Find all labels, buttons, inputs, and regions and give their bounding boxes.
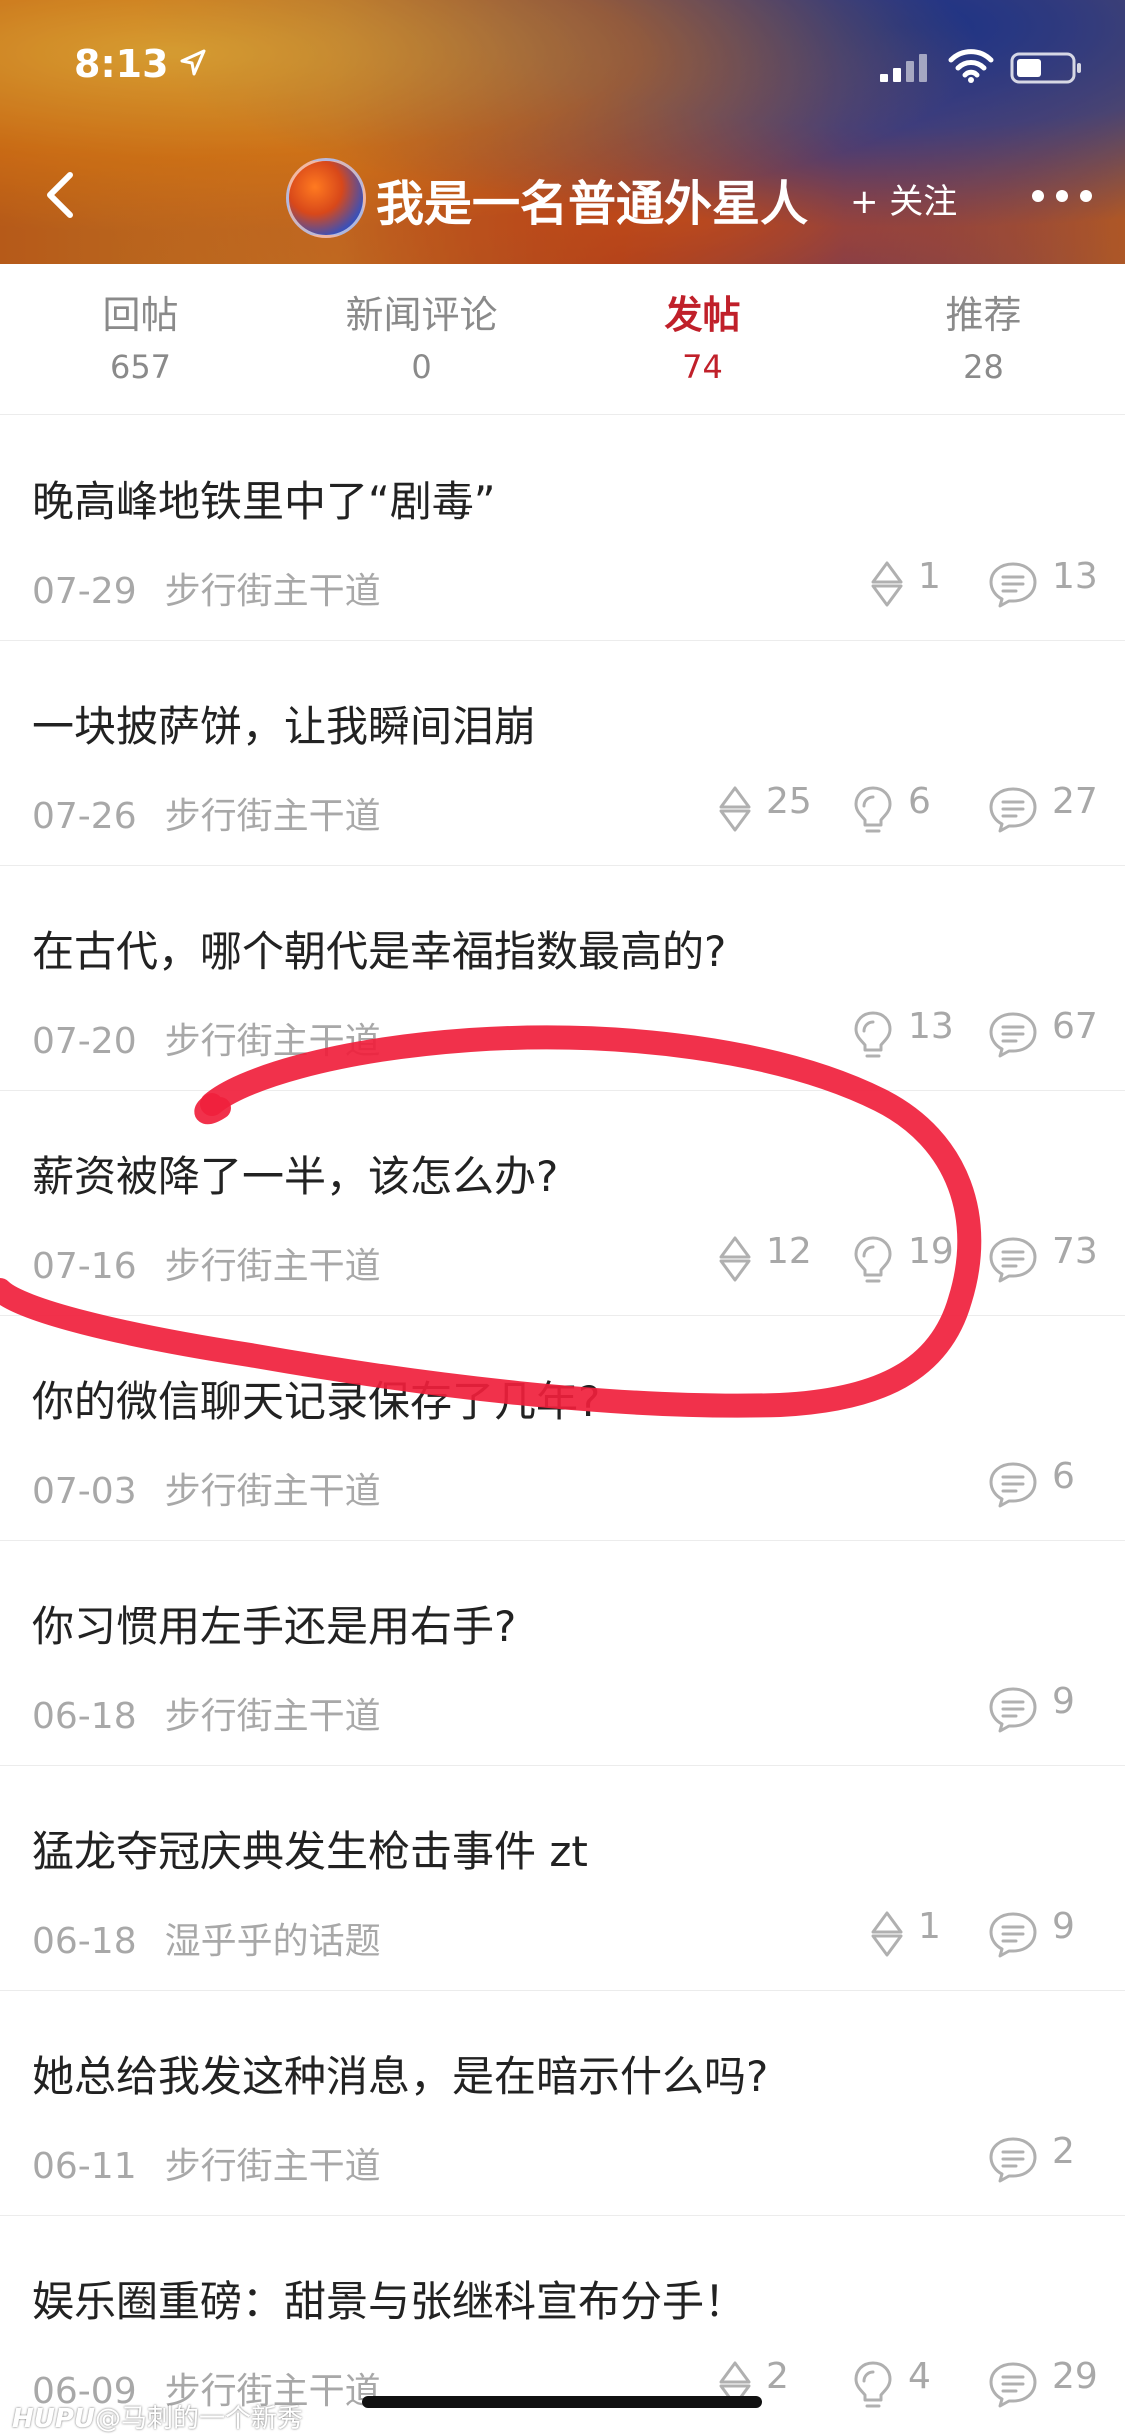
reply-stat-count: 9: [1052, 1906, 1075, 1947]
profile-user-name: 我是一名普通外星人: [376, 176, 809, 232]
post-meta: 07-20 步行街主干道: [32, 1012, 381, 1064]
post-date: 06-11: [32, 2146, 137, 2187]
reply-stat-count: 29: [1052, 2356, 1098, 2397]
reply-stat-count: 6: [1052, 1456, 1075, 1497]
post-forum[interactable]: 步行街主干道: [165, 2146, 381, 2187]
post-row[interactable]: 你习惯用左手还是用右手? 06-18 步行街主干道 9: [0, 1541, 1125, 1767]
back-chevron-icon[interactable]: [40, 170, 80, 220]
post-forum[interactable]: 步行街主干道: [165, 1021, 381, 1062]
post-forum[interactable]: 步行街主干道: [165, 1471, 381, 1512]
tab-label: 推荐: [945, 293, 1022, 337]
reply-stat-count: 73: [1052, 1231, 1098, 1272]
app-root: { "status_bar": { "time": "8:13" }, "hea…: [0, 0, 1125, 2436]
post-row[interactable]: 在古代，哪个朝代是幸福指数最高的? 07-20 步行街主干道 13 67: [0, 866, 1125, 1092]
post-row[interactable]: 她总给我发这种消息，是在暗示什么吗? 06-11 步行街主干道 2: [0, 1991, 1125, 2217]
post-row[interactable]: 薪资被降了一半，该怎么办? 07-16 步行街主干道 12 19 73: [0, 1091, 1125, 1317]
post-meta: 06-18 湿乎乎的话题: [32, 1912, 381, 1964]
home-indicator: [362, 2396, 762, 2408]
vote-stat-count: 12: [766, 1231, 812, 1272]
post-title: 在古代，哪个朝代是幸福指数最高的?: [32, 927, 727, 976]
vote-stat-count: 2: [766, 2356, 789, 2397]
post-date: 07-16: [32, 1246, 137, 1287]
light-stat-count: 13: [908, 1006, 954, 1047]
tab-label: 新闻评论: [345, 293, 498, 337]
post-date: 06-18: [32, 1921, 137, 1962]
watermark-text: @马刺的一个新秀: [95, 2404, 304, 2434]
post-forum[interactable]: 步行街主干道: [165, 796, 381, 837]
post-date: 07-29: [32, 571, 137, 612]
post-meta: 06-11 步行街主干道: [32, 2137, 381, 2189]
cellular-signal-icon: [880, 54, 927, 82]
post-date: 07-26: [32, 796, 137, 837]
post-title: 薪资被降了一半，该怎么办?: [32, 1152, 559, 1201]
post-meta: 07-29 步行街主干道: [32, 562, 381, 614]
tab-label: 回帖: [102, 293, 179, 337]
tab-recommended[interactable]: 推荐 28: [843, 264, 1124, 414]
light-stat-count: 19: [908, 1231, 954, 1272]
watermark-brand: HUPU: [12, 2404, 96, 2434]
vote-stat-count: 1: [918, 1906, 941, 1947]
post-title: 她总给我发这种消息，是在暗示什么吗?: [32, 2052, 769, 2101]
reply-stat-count: 9: [1052, 1681, 1075, 1722]
post-title: 猛龙夺冠庆典发生枪击事件 zt: [32, 1827, 588, 1876]
post-meta: 07-26 步行街主干道: [32, 787, 381, 839]
tab-count: 74: [682, 348, 723, 386]
post-date: 06-18: [32, 1696, 137, 1737]
post-title: 你的微信聊天记录保存了几年?: [32, 1377, 601, 1426]
watermark: HUPU@马刺的一个新秀: [12, 2398, 303, 2435]
location-arrow-icon: [180, 49, 206, 76]
post-forum[interactable]: 步行街主干道: [165, 1246, 381, 1287]
profile-tabs: 回帖 657 新闻评论 0 发帖 74 推荐 28: [0, 264, 1125, 415]
post-row[interactable]: 一块披萨饼，让我瞬间泪崩 07-26 步行街主干道 25 6 27: [0, 641, 1125, 867]
post-meta: 07-03 步行街主干道: [32, 1462, 381, 1514]
tab-replies[interactable]: 回帖 657: [0, 264, 281, 414]
post-title: 娱乐圈重磅：甜景与张继科宣布分手！: [32, 2277, 747, 2326]
tab-posts[interactable]: 发帖 74: [562, 264, 843, 414]
post-row[interactable]: 你的微信聊天记录保存了几年? 07-03 步行街主干道 6: [0, 1316, 1125, 1542]
reply-stat-count: 27: [1052, 781, 1098, 822]
vote-stat-count: 1: [918, 556, 941, 597]
post-meta: 07-16 步行街主干道: [32, 1237, 381, 1289]
post-row[interactable]: 猛龙夺冠庆典发生枪击事件 zt 06-18 湿乎乎的话题 1 9: [0, 1766, 1125, 1992]
post-title: 晚高峰地铁里中了“剧毒”: [32, 477, 496, 526]
post-date: 07-20: [32, 1021, 137, 1062]
more-options-icon[interactable]: [1030, 188, 1094, 204]
status-time: 8:13: [74, 42, 169, 86]
profile-header: 8:13 我是一名普通外星人 + 关注: [0, 0, 1125, 264]
light-stat-count: 6: [908, 781, 931, 822]
tab-count: 657: [109, 348, 172, 386]
avatar[interactable]: [286, 158, 366, 238]
post-title: 你习惯用左手还是用右手?: [32, 1602, 517, 1651]
post-meta: 06-18 步行街主干道: [32, 1687, 381, 1739]
reply-stat-count: 67: [1052, 1006, 1098, 1047]
post-forum[interactable]: 步行街主干道: [165, 571, 381, 612]
post-title: 一块披萨饼，让我瞬间泪崩: [32, 702, 537, 751]
battery-icon: [1010, 52, 1081, 84]
tab-count: 28: [963, 348, 1004, 386]
follow-button[interactable]: + 关注: [850, 174, 957, 223]
vote-stat-count: 25: [766, 781, 812, 822]
reply-stat-count: 2: [1052, 2131, 1075, 2172]
post-forum[interactable]: 步行街主干道: [165, 1696, 381, 1737]
tab-count: 0: [411, 348, 432, 386]
tab-label: 发帖: [664, 293, 741, 337]
post-forum[interactable]: 湿乎乎的话题: [165, 1921, 381, 1962]
post-date: 07-03: [32, 1471, 137, 1512]
tab-news-comments[interactable]: 新闻评论 0: [281, 264, 562, 414]
reply-stat-count: 13: [1052, 556, 1098, 597]
post-row[interactable]: 晚高峰地铁里中了“剧毒” 07-29 步行街主干道 1 13: [0, 416, 1125, 642]
light-stat-count: 4: [908, 2356, 931, 2397]
wifi-icon: [948, 49, 994, 83]
